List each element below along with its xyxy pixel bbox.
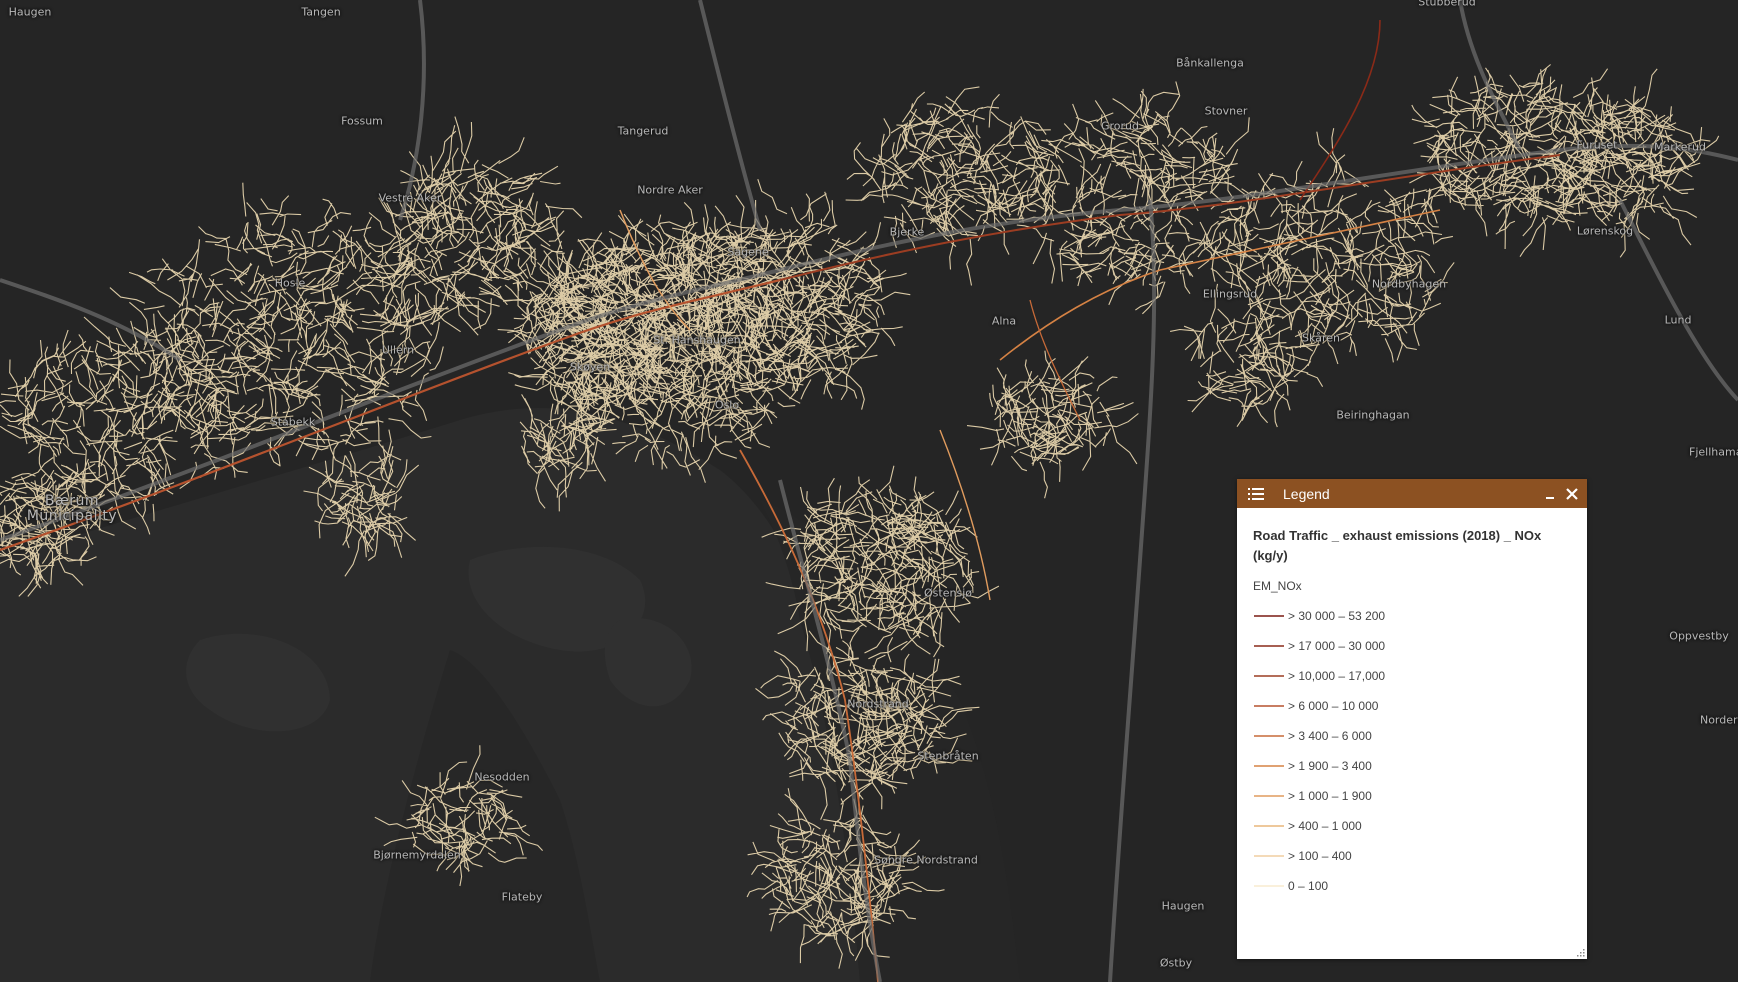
place-label: Oppvestby — [1669, 629, 1729, 643]
place-label: St. Hanshaugen — [653, 333, 741, 347]
legend-class-row: > 400 – 1 000 — [1253, 811, 1571, 841]
layer-title: Road Traffic _ exhaust emissions (2018) … — [1253, 528, 1542, 563]
line-symbol-icon — [1254, 885, 1284, 887]
place-label: Nordbyhagen — [1371, 277, 1447, 291]
place-label: Nordstrand — [847, 697, 909, 711]
resize-handle-icon[interactable] — [1577, 949, 1585, 957]
close-icon — [1566, 487, 1578, 500]
legend-header[interactable]: Legend — [1237, 479, 1587, 508]
place-label: Furuset — [1576, 138, 1618, 152]
place-label: Lørenskog — [1576, 224, 1634, 238]
place-label: Stubberud — [1418, 0, 1476, 9]
place-label: Bånkallenga — [1176, 56, 1244, 70]
place-label: Grorud — [1100, 119, 1140, 133]
legend-class-label: > 17 000 – 30 000 — [1288, 639, 1386, 653]
major-place-line: Bærum — [44, 493, 100, 509]
legend-body: Road Traffic _ exhaust emissions (2018) … — [1237, 508, 1587, 901]
place-label: Alna — [991, 314, 1017, 328]
place-label: Lund — [1664, 313, 1692, 327]
place-label: Vestre Aker — [378, 191, 442, 205]
line-symbol-icon — [1254, 735, 1284, 737]
place-label: Skåren — [1302, 331, 1340, 345]
minimize-icon — [1546, 496, 1554, 499]
place-label: Østby — [1159, 956, 1193, 970]
line-symbol-icon — [1254, 645, 1284, 647]
legend-class-row: > 100 – 400 — [1253, 841, 1571, 871]
line-symbol-icon — [1254, 705, 1284, 707]
place-label: Ullern — [381, 343, 415, 357]
legend-class-row: > 3 400 – 6 000 — [1253, 721, 1571, 751]
field-name: EM_NOx — [1253, 579, 1302, 593]
major-place-label: Bærum Municipality — [27, 494, 117, 524]
place-label: Tangerud — [617, 124, 669, 138]
place-label: Markerud — [1654, 140, 1706, 154]
line-symbol-icon — [1254, 615, 1284, 617]
line-symbol-icon — [1254, 855, 1284, 857]
legend-class-row: > 6 000 – 10 000 — [1253, 691, 1571, 721]
list-icon — [1248, 487, 1264, 500]
place-label: Bjerke — [889, 225, 925, 239]
legend-class-label: > 1 900 – 3 400 — [1288, 759, 1372, 773]
place-label: Stabekk — [270, 415, 316, 429]
legend-class-label: > 100 – 400 — [1288, 849, 1352, 863]
place-label: Oslo — [714, 398, 740, 412]
place-label: Ellingsrud — [1202, 287, 1258, 301]
legend-class-label: > 30 000 – 53 200 — [1288, 609, 1386, 623]
legend-class-label: > 10,000 – 17,000 — [1288, 669, 1386, 683]
major-place-line: Municipality — [26, 508, 118, 524]
place-label: Sagene — [727, 245, 769, 259]
line-symbol-icon — [1254, 765, 1284, 767]
place-label: Beiringhagan — [1336, 408, 1410, 422]
legend-class-label: > 3 400 – 6 000 — [1288, 729, 1372, 743]
line-symbol-icon — [1254, 675, 1284, 677]
place-label: Haugen — [1161, 899, 1205, 913]
place-label: Hosle — [274, 276, 306, 290]
close-button[interactable] — [1561, 483, 1583, 505]
place-label: Bjørnemyrdalen — [373, 848, 461, 862]
place-label: Fjellhamar — [1689, 445, 1738, 459]
place-label: Østensjø — [924, 586, 972, 600]
legend-class-label: 0 – 100 — [1288, 879, 1329, 893]
legend-classes: > 30 000 – 53 200 > 17 000 – 30 000 > 10,0… — [1253, 601, 1571, 901]
legend-class-row: > 10,000 – 17,000 — [1253, 661, 1571, 691]
line-symbol-icon — [1254, 795, 1284, 797]
place-label: Stovner — [1204, 104, 1248, 118]
legend-title: Legend — [1283, 485, 1330, 502]
legend-class-row: > 1 900 – 3 400 — [1253, 751, 1571, 781]
place-label: Nesodden — [474, 770, 530, 784]
legend-class-label: > 400 – 1 000 — [1288, 819, 1362, 833]
place-label: Tangen — [301, 5, 341, 19]
legend-class-label: > 6 000 – 10 000 — [1288, 699, 1379, 713]
legend-class-row: 0 – 100 — [1253, 871, 1571, 901]
line-symbol-icon — [1254, 825, 1284, 827]
minimize-button[interactable] — [1539, 483, 1561, 505]
place-label: Fossum — [341, 114, 383, 128]
place-label: Stenbråten — [917, 749, 979, 763]
place-label: Haugen — [8, 5, 52, 19]
legend-class-row: > 17 000 – 30 000 — [1253, 631, 1571, 661]
place-label: Flateby — [501, 890, 543, 904]
legend-class-row: > 30 000 – 53 200 — [1253, 601, 1571, 631]
legend-class-label: > 1 000 – 1 900 — [1288, 789, 1372, 803]
place-label: Norderås — [1699, 713, 1738, 727]
place-label: Nordre Aker — [637, 183, 703, 197]
legend-class-row: > 1 000 – 1 900 — [1253, 781, 1571, 811]
legend-panel[interactable]: Legend Road Traffic _ exhaust emissions … — [1237, 479, 1587, 959]
place-label: Søndre Nordstrand — [874, 853, 978, 867]
place-label: Skøyen — [569, 360, 611, 374]
